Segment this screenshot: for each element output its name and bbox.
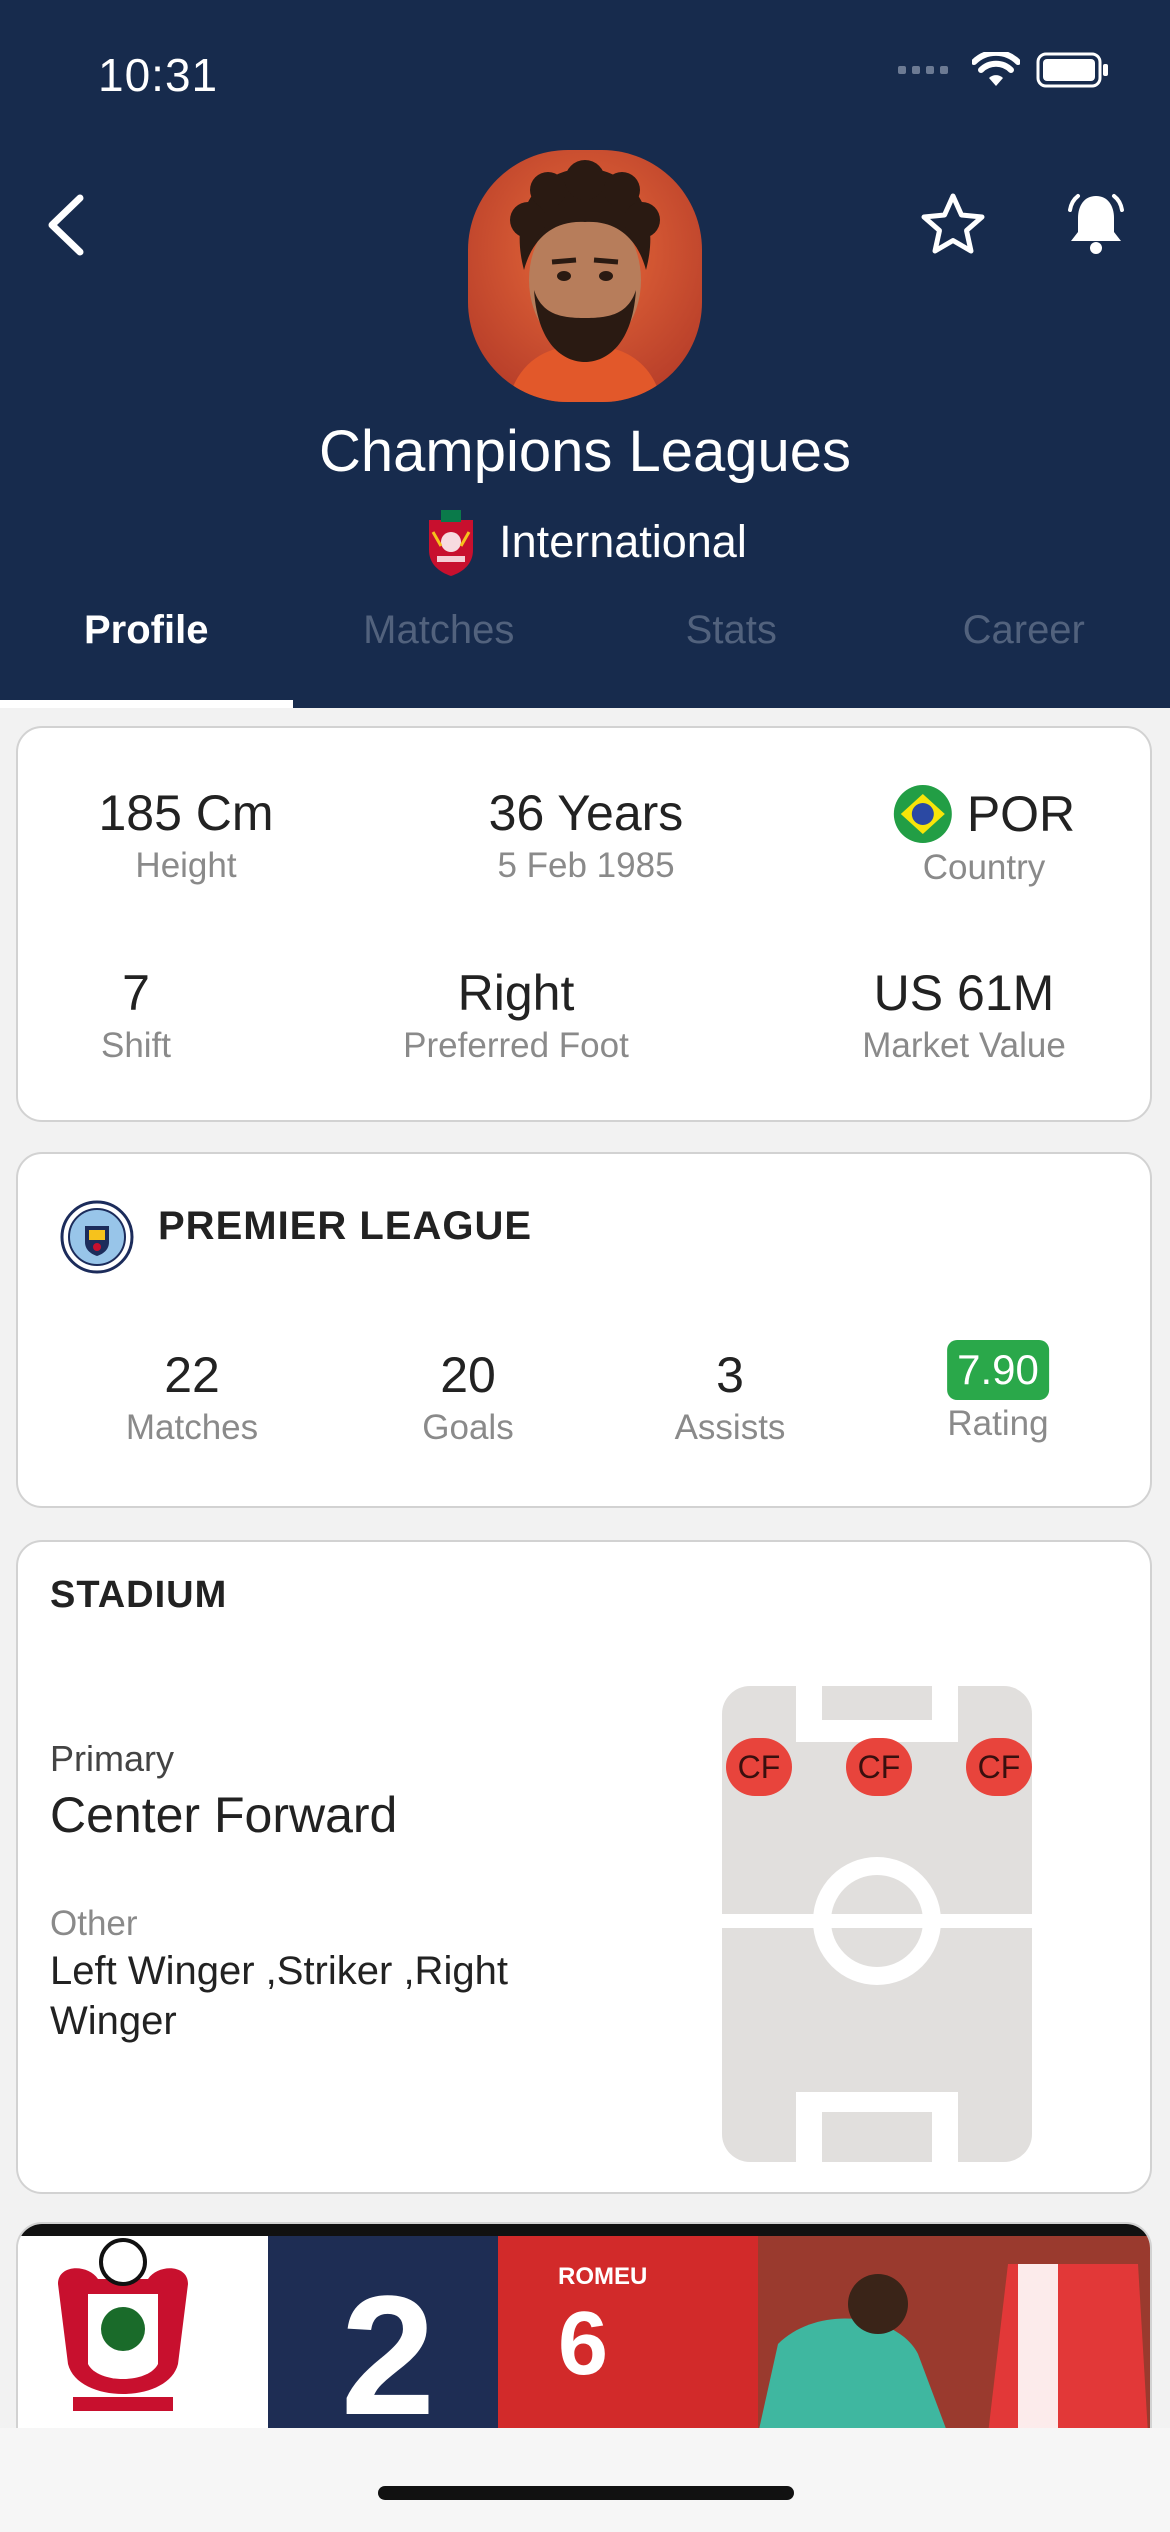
rating-label: Rating <box>947 1404 1049 1443</box>
tab-stats[interactable]: Stats <box>585 590 878 708</box>
primary-position: Center Forward <box>50 1787 398 1843</box>
goals-label: Goals <box>422 1408 514 1447</box>
battery-icon <box>1036 52 1108 88</box>
subtitle-label: International <box>499 516 747 567</box>
signal-icon <box>898 66 948 74</box>
banner-jersey-number: 6 <box>558 2294 608 2394</box>
tab-profile[interactable]: Profile <box>0 590 293 708</box>
position-marker-cf: CF <box>726 1738 792 1796</box>
profile-card: 185 Cm Height 36 Years 5 Feb 1985 POR Co… <box>16 726 1152 1122</box>
assists-label: Assists <box>674 1408 786 1447</box>
matches-stat: 22 Matches <box>126 1346 258 1448</box>
foot-label: Preferred Foot <box>403 1026 629 1065</box>
home-area <box>0 2428 1170 2532</box>
other-label: Other <box>50 1904 138 1943</box>
market-value: US 61M <box>873 965 1055 1021</box>
notification-bell-icon[interactable] <box>1060 188 1132 260</box>
league-name: PREMIER LEAGUE <box>158 1204 533 1248</box>
age-value: 36 Years <box>488 785 684 841</box>
rating-badge: 7.90 <box>947 1340 1049 1400</box>
player-avatar <box>468 150 702 402</box>
market-label: Market Value <box>862 1026 1066 1065</box>
height-stat: 185 Cm Height <box>98 784 273 886</box>
birthdate-label: 5 Feb 1985 <box>497 846 675 885</box>
league-card[interactable]: PREMIER LEAGUE 22 Matches 20 Goals 3 Ass… <box>16 1152 1152 1508</box>
rating-stat: 7.90 Rating <box>947 1340 1049 1444</box>
foot-stat: Right Preferred Foot <box>403 964 629 1066</box>
height-value: 185 Cm <box>98 785 274 841</box>
goals-stat: 20 Goals <box>422 1346 513 1448</box>
tab-bar: Profile Matches Stats Career <box>0 590 1170 708</box>
market-value-stat: US 61M Market Value <box>862 964 1066 1066</box>
country-stat: POR Country <box>893 784 1075 888</box>
banner-jersey-name: ROMEU <box>558 2263 647 2290</box>
stadium-card: STADIUM Primary Center Forward Other Lef… <box>16 1540 1152 2194</box>
favorite-star-icon[interactable] <box>918 190 988 260</box>
other-positions: Left Winger ,Striker ,Right Winger <box>50 1949 508 2043</box>
news-banner-image[interactable]: 2 ROMEU 6 <box>16 2222 1152 2432</box>
shift-value: 7 <box>122 965 150 1021</box>
matches-label: Matches <box>125 1408 259 1447</box>
assists-stat: 3 Assists <box>675 1346 786 1448</box>
league-club-logo-icon <box>60 1200 134 1274</box>
primary-label: Primary <box>50 1738 174 1779</box>
position-marker-cf: CF <box>966 1738 1032 1796</box>
tab-career[interactable]: Career <box>878 590 1170 708</box>
tab-matches[interactable]: Matches <box>293 590 586 708</box>
status-time: 10:31 <box>98 49 219 101</box>
banner-score: 2 <box>341 2261 436 2432</box>
country-label: Country <box>922 848 1046 887</box>
shift-label: Shift <box>100 1026 172 1065</box>
matches-value: 22 <box>164 1347 220 1403</box>
position-marker-cf: CF <box>846 1738 912 1796</box>
back-chevron-icon[interactable] <box>40 190 100 260</box>
status-icons <box>898 52 1110 88</box>
subtitle: International <box>0 506 1170 578</box>
assists-value: 3 <box>716 1347 744 1403</box>
player-header: 10:31 Champions Leagues International Pr… <box>0 0 1170 708</box>
height-label: Height <box>135 846 237 885</box>
page-title: Champions Leagues <box>318 419 852 484</box>
home-indicator[interactable] <box>378 2486 794 2500</box>
match-highlight-image: 2 ROMEU 6 <box>18 2224 1150 2432</box>
club-crest-icon <box>429 510 474 576</box>
shift-stat: 7 Shift <box>101 964 171 1066</box>
brazil-flag-icon <box>893 785 952 843</box>
foot-value: Right <box>457 965 575 1021</box>
stadium-title: STADIUM <box>50 1574 228 1616</box>
age-stat: 36 Years 5 Feb 1985 <box>489 784 684 886</box>
goals-value: 20 <box>440 1347 496 1403</box>
country-value: POR <box>966 786 1076 842</box>
wifi-icon <box>972 52 1020 86</box>
